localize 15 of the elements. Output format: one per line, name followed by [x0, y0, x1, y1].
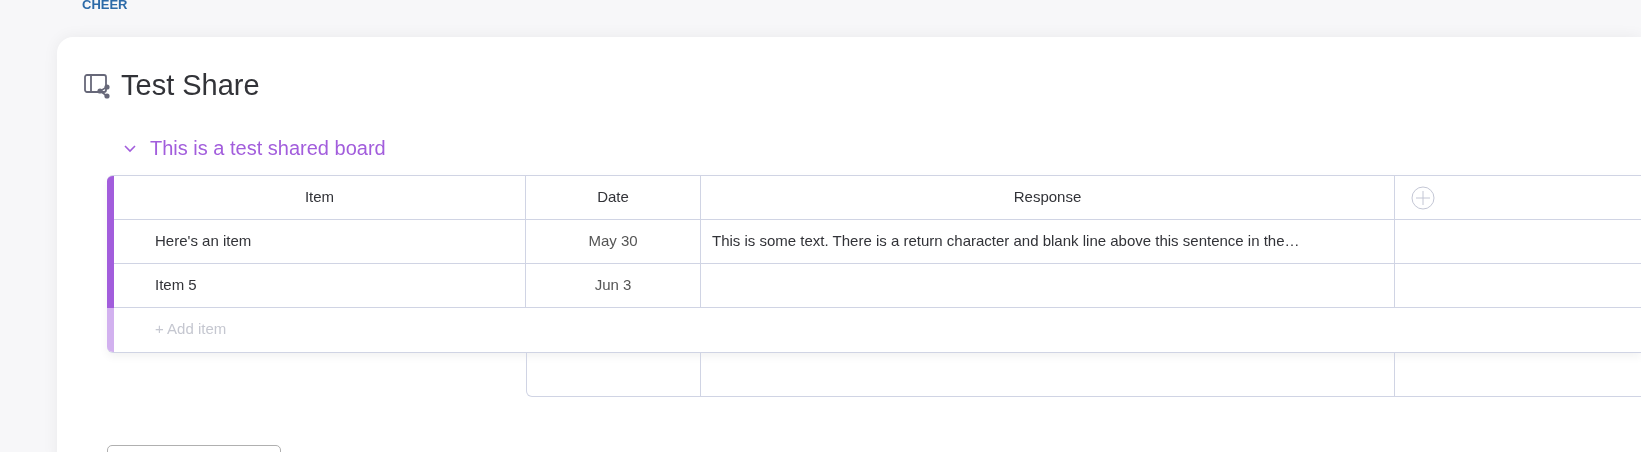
- response-cell[interactable]: This is some text. There is a return character and blank line above this sentence in the…: [701, 220, 1395, 263]
- column-header[interactable]: Response: [701, 176, 1395, 219]
- date-cell[interactable]: Jun 3: [526, 264, 701, 307]
- column-header[interactable]: Date: [526, 176, 701, 219]
- add-row-color-bar: [107, 308, 114, 352]
- add-column-icon[interactable]: [1411, 185, 1435, 210]
- board-title: Test Share: [121, 68, 260, 103]
- logo-text: CHEER: [82, 0, 128, 11]
- add-item-field[interactable]: + Add item: [155, 318, 455, 341]
- item-cell[interactable]: Item 5: [114, 264, 526, 307]
- item-cell[interactable]: Here's an item: [114, 220, 526, 263]
- date-cell[interactable]: May 30: [526, 220, 701, 263]
- column-header[interactable]: Item: [114, 176, 526, 219]
- group-title[interactable]: This is a test shared board: [150, 135, 386, 161]
- shared-board-icon: [83, 71, 111, 99]
